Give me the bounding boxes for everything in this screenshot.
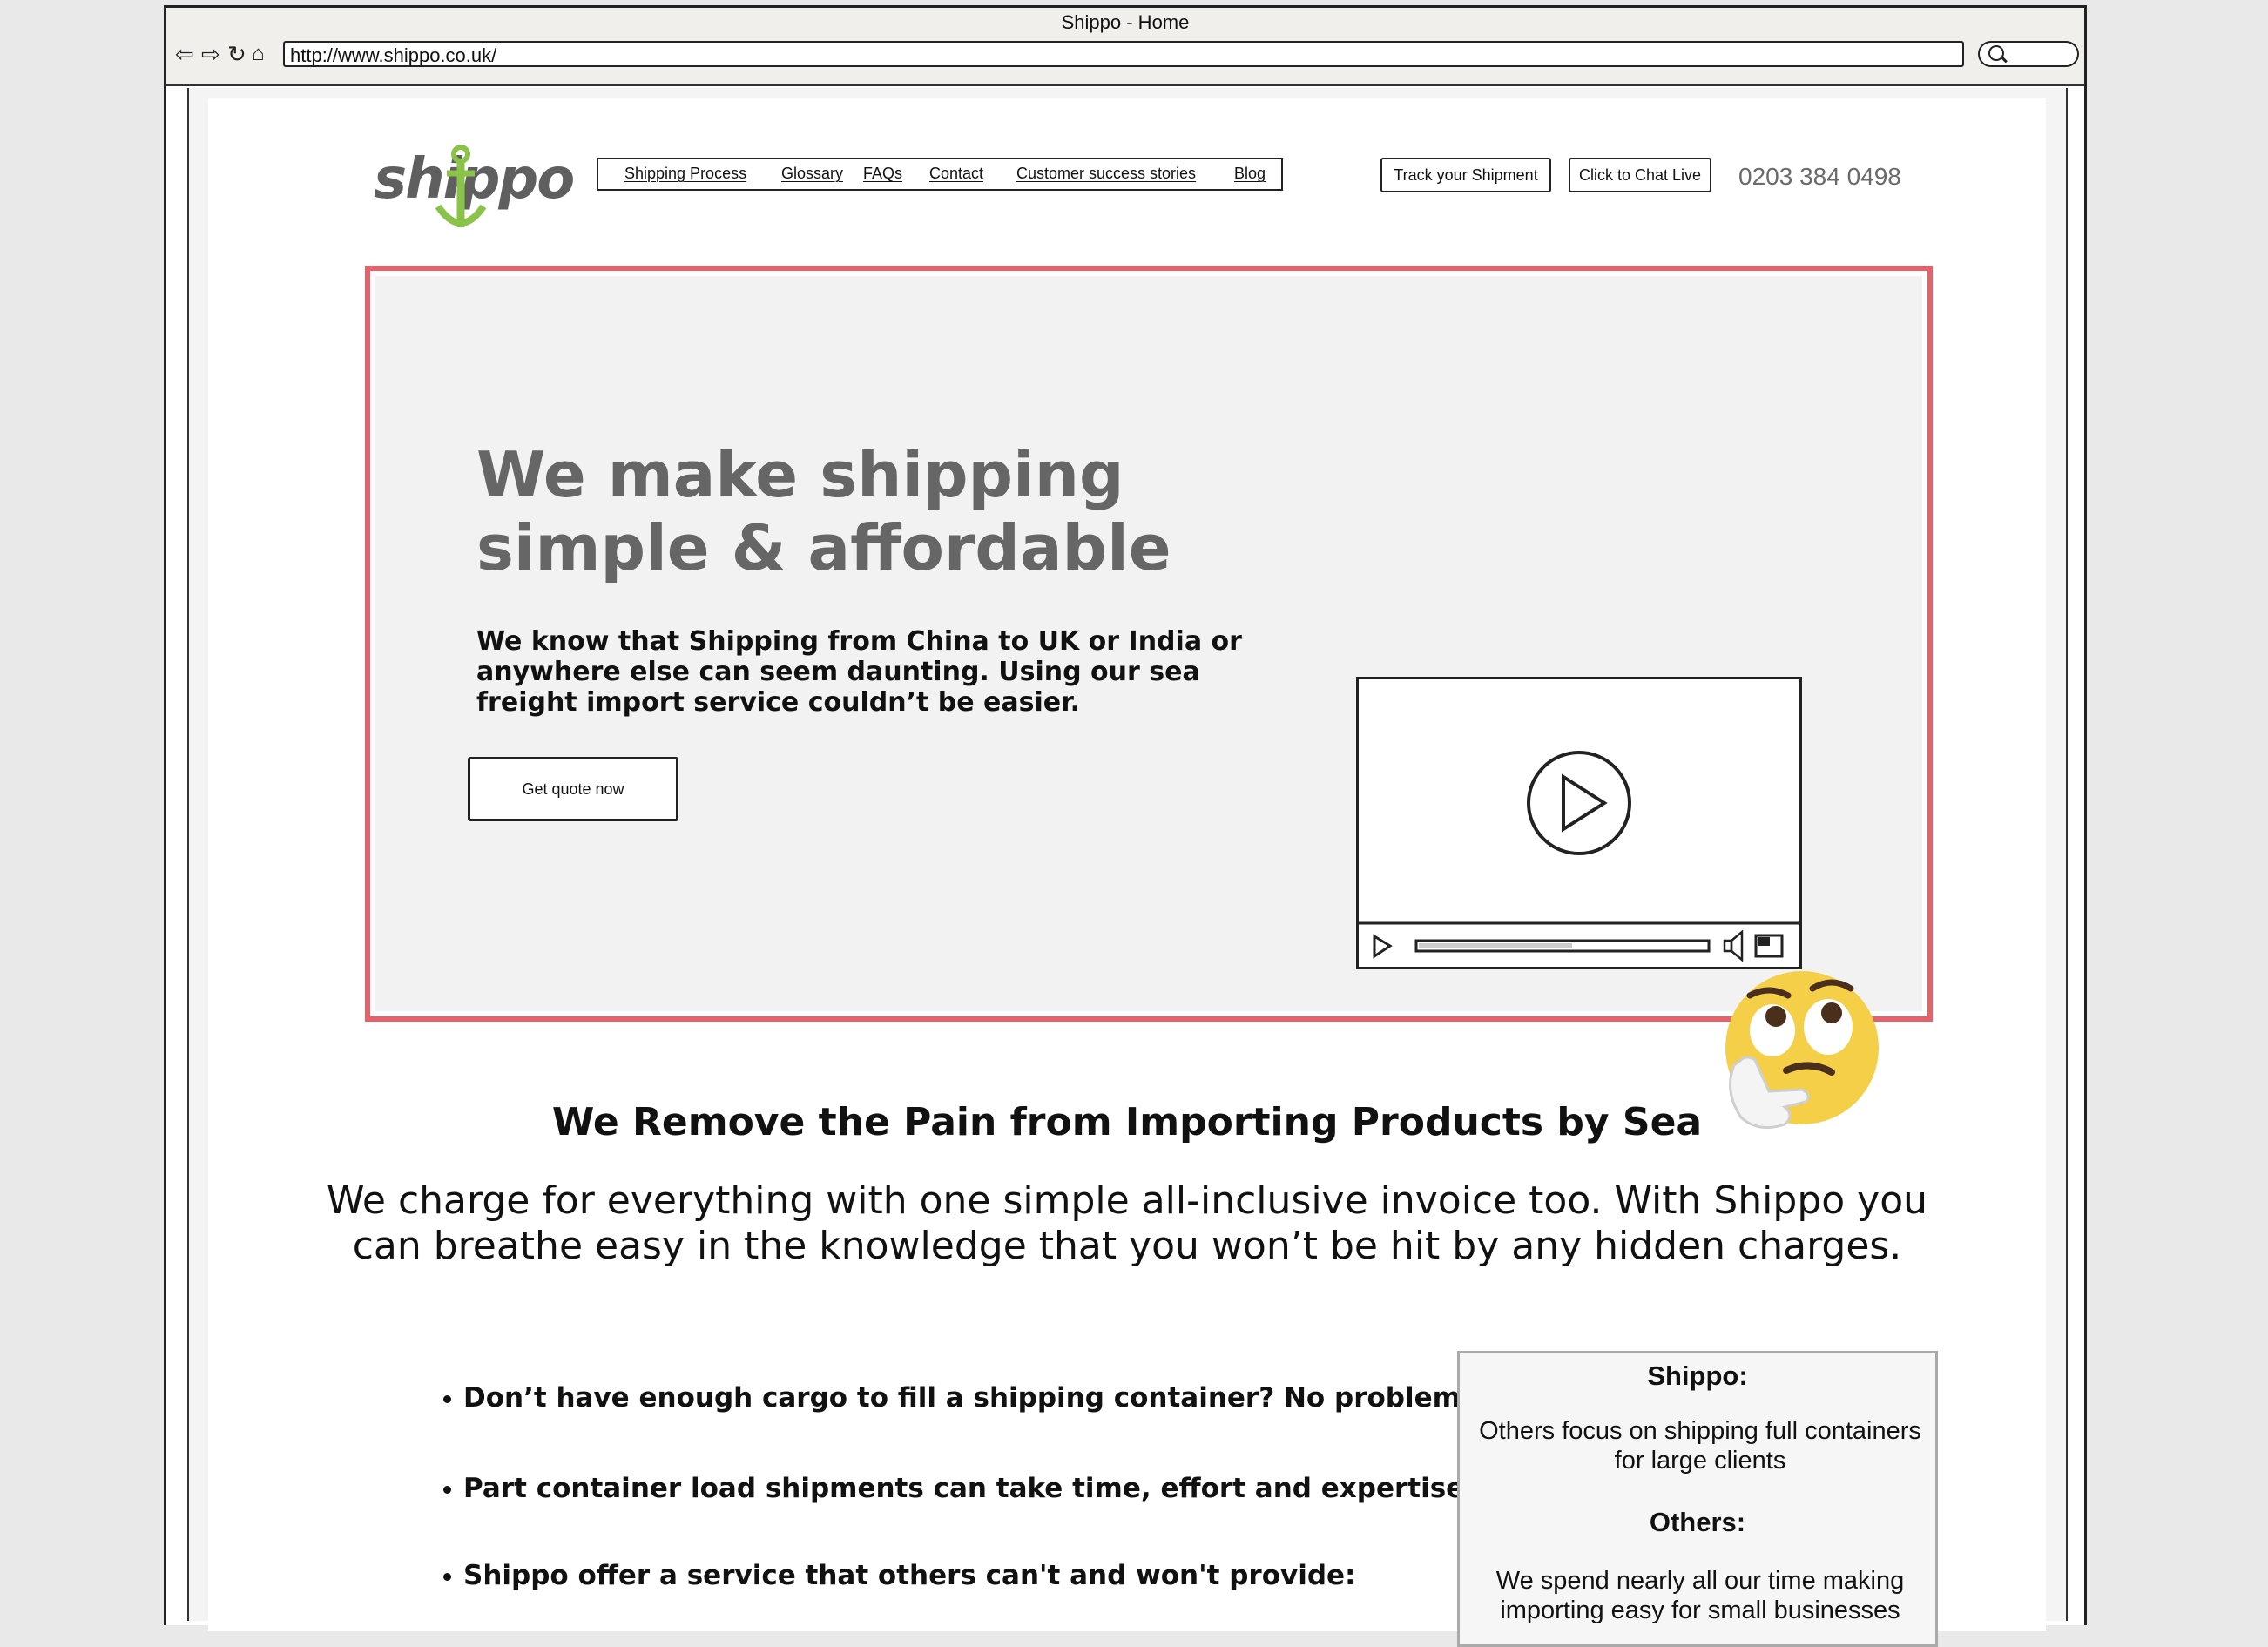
phone-number[interactable]: 0203 384 0498 (1738, 163, 1901, 191)
bullet-text: Part container load shipments can take t… (463, 1473, 1475, 1504)
nav-shipping-process[interactable]: Shipping Process (624, 165, 746, 183)
search-box[interactable] (1978, 41, 2079, 67)
main-nav: Shipping Process Glossary FAQs Contact C… (597, 158, 1283, 191)
browser-window: Shippo - Home ⇦ ⇨ ↻ ⌂ http://www.shippo.… (164, 5, 2087, 1647)
others-title: Others: (1649, 1507, 1746, 1537)
bullet-item: Part container load shipments can take t… (443, 1473, 1475, 1504)
bullet-dot (443, 1573, 451, 1581)
nav-customer-success-stories[interactable]: Customer success stories (1016, 165, 1196, 183)
anchor-icon (435, 145, 487, 227)
search-icon-handle (2001, 56, 2008, 64)
hero-title-line2: simple & affordable (476, 511, 1171, 584)
video-player[interactable] (1356, 677, 1802, 969)
nav-glossary[interactable]: Glossary (781, 165, 843, 183)
back-arrow-icon[interactable]: ⇦ (175, 41, 194, 67)
track-shipment-button[interactable]: Track your Shipment (1380, 158, 1551, 192)
get-quote-button[interactable]: Get quote now (468, 757, 678, 821)
reload-icon[interactable]: ↻ (227, 41, 246, 67)
shippo-title: Shippo: (1647, 1360, 1748, 1391)
bullet-text: Don’t have enough cargo to fill a shippi… (463, 1382, 1471, 1414)
bullet-text: Shippo offer a service that others can't… (463, 1560, 1356, 1591)
content-frame: shippo Shipping Process Glossary FAQs Co… (187, 88, 2068, 1647)
chat-live-button[interactable]: Click to Chat Live (1569, 158, 1711, 192)
window-title: Shippo - Home (1061, 11, 1190, 33)
comparison-box: Shippo: Others focus on shipping full co… (1457, 1351, 1938, 1647)
play-icon (1527, 751, 1631, 855)
bullet-dot (443, 1395, 451, 1403)
section-text: We charge for everything with one simple… (326, 1178, 1928, 1268)
page-body: shippo Shipping Process Glossary FAQs Co… (208, 98, 2046, 1647)
logo[interactable]: shippo (374, 135, 575, 240)
forward-arrow-icon[interactable]: ⇨ (201, 41, 220, 67)
nav-blog[interactable]: Blog (1234, 165, 1266, 183)
hero-text: We know that Shipping from China to UK o… (476, 626, 1242, 718)
fullscreen-icon (1754, 934, 1784, 958)
url-bar[interactable]: http://www.shippo.co.uk/ (283, 41, 1964, 67)
hero-inner: We make shipping simple & affordable We … (375, 276, 1922, 1011)
nav-contact[interactable]: Contact (929, 165, 983, 183)
nav-faqs[interactable]: FAQs (863, 165, 902, 183)
shippo-text: Others focus on shipping full containers… (1479, 1417, 1921, 1475)
bullet-item: Don’t have enough cargo to fill a shippi… (443, 1382, 1471, 1414)
section-heading: We Remove the Pain from Importing Produc… (551, 1100, 1703, 1144)
hero-title: We make shipping simple & affordable (476, 438, 1225, 584)
bullet-dot (443, 1486, 451, 1494)
small-play-icon (1373, 934, 1393, 959)
volume-icon (1723, 929, 1744, 962)
bullet-item: Shippo offer a service that others can't… (443, 1560, 1355, 1591)
home-icon[interactable]: ⌂ (252, 41, 265, 67)
video-progress-fill (1419, 943, 1572, 948)
video-player-graphic (1359, 751, 1799, 962)
hero-title-line1: We make shipping (476, 438, 1124, 511)
others-text: We spend nearly all our time making impo… (1495, 1567, 1905, 1624)
hero-banner: We make shipping simple & affordable We … (365, 266, 1933, 1022)
browser-titlebar: Shippo - Home ⇦ ⇨ ↻ ⌂ http://www.shippo.… (166, 8, 2084, 86)
